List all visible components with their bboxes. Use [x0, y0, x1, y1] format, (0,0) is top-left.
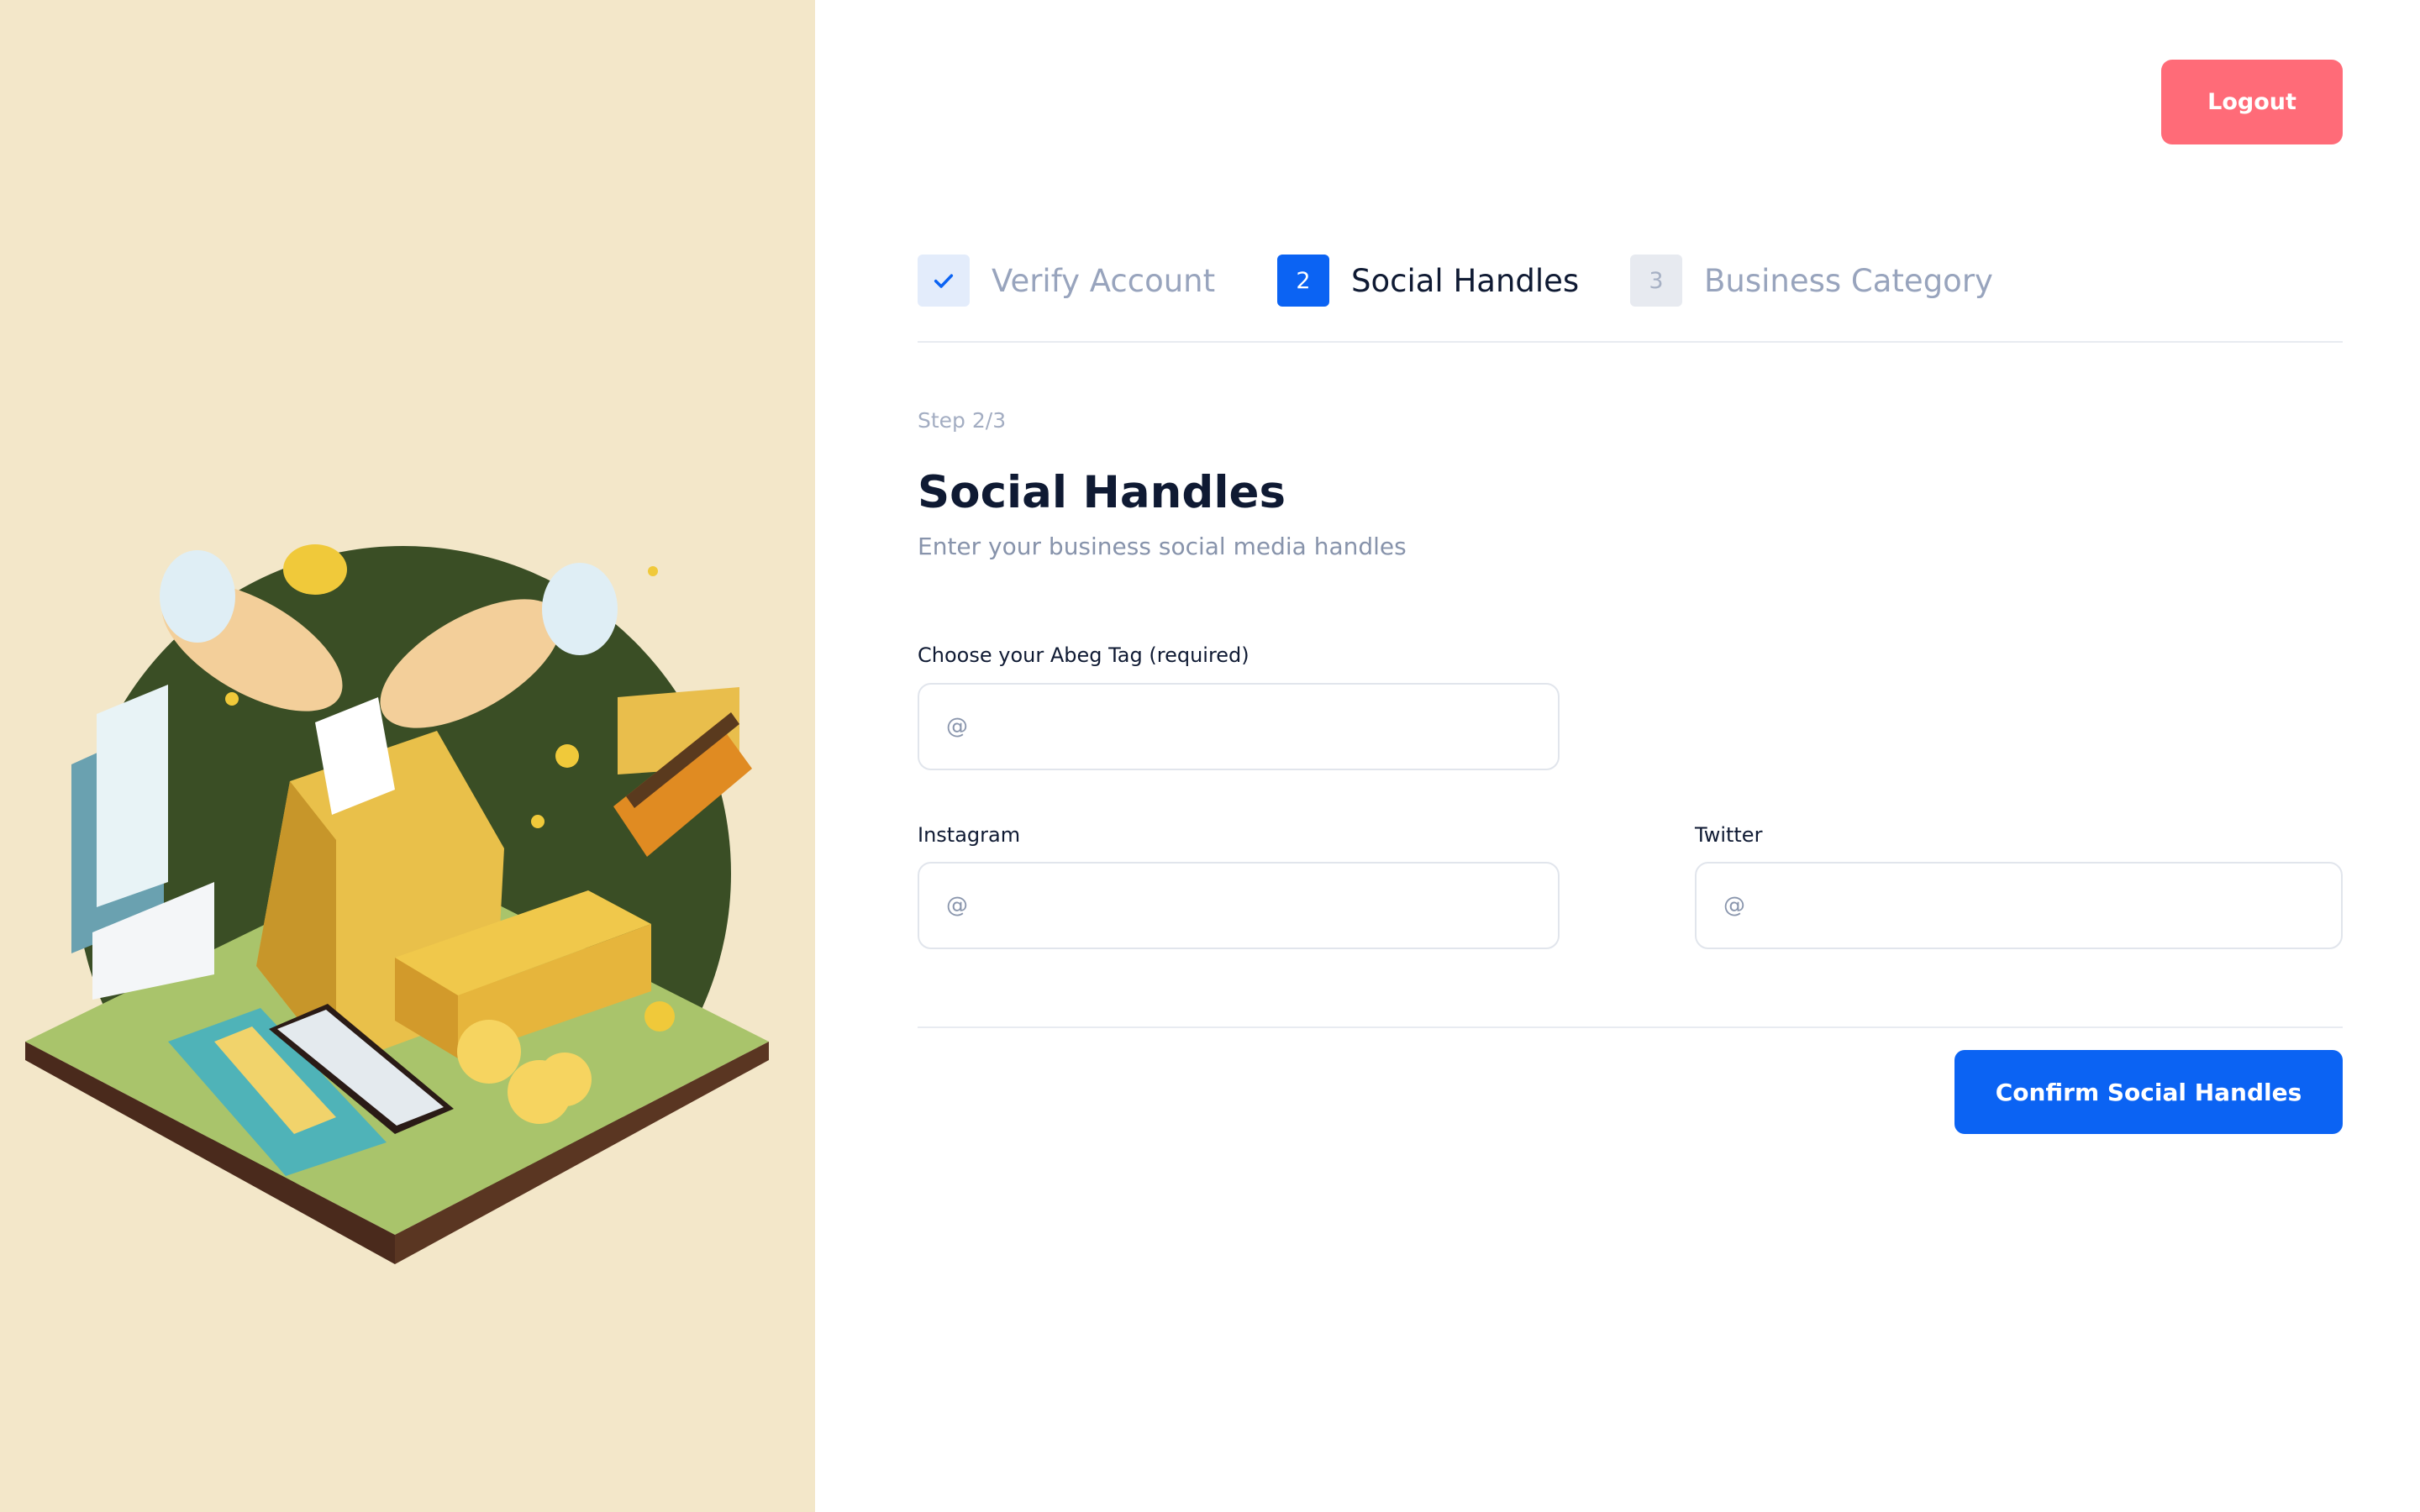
step-label: Business Category — [1704, 262, 1993, 299]
form-divider — [918, 1026, 2343, 1028]
twitter-field — [1695, 862, 2343, 949]
step-verify-account[interactable]: Verify Account — [918, 254, 1215, 307]
abeg-tag-field — [918, 683, 1560, 770]
abeg-tag-input[interactable] — [919, 685, 1558, 769]
checkmark-icon — [934, 274, 954, 288]
twitter-input[interactable] — [1697, 864, 2341, 948]
commerce-illustration — [25, 544, 769, 1264]
logout-button[interactable]: Logout — [2161, 60, 2343, 144]
abeg-tag-label: Choose your Abeg Tag (required) — [918, 643, 1249, 667]
step-counter: Step 2/3 — [918, 408, 1007, 433]
instagram-input[interactable] — [919, 864, 1558, 948]
step-number-badge: 3 — [1630, 255, 1682, 307]
step-label: Verify Account — [992, 262, 1216, 299]
step-number-badge: 2 — [1277, 255, 1329, 307]
onboarding-form-panel: Logout Verify Account 2 Social Handles 3… — [815, 0, 2420, 1512]
illustration-panel — [0, 0, 815, 1512]
instagram-field — [918, 862, 1560, 949]
page-subtitle: Enter your business social media handles — [918, 533, 1407, 560]
page-title: Social Handles — [918, 467, 1286, 518]
step-label: Social Handles — [1351, 262, 1580, 299]
step-social-handles[interactable]: 2 Social Handles — [1277, 254, 1579, 307]
instagram-label: Instagram — [918, 823, 1021, 847]
confirm-social-handles-button[interactable]: Confirm Social Handles — [1954, 1050, 2343, 1134]
twitter-label: Twitter — [1695, 823, 1763, 847]
progress-stepper: Verify Account 2 Social Handles 3 Busine… — [918, 254, 2343, 343]
step-business-category[interactable]: 3 Business Category — [1630, 254, 1993, 307]
step-completed-box — [918, 255, 970, 307]
